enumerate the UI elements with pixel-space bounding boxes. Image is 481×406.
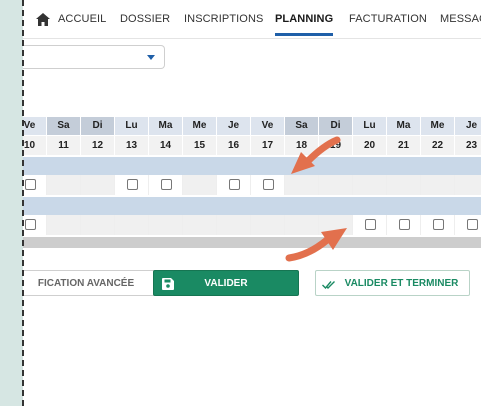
- day-header-cell: Je: [217, 117, 251, 135]
- day-header-cell: Di: [319, 117, 353, 135]
- day-slot: [47, 215, 81, 235]
- day-checkbox[interactable]: [467, 219, 478, 230]
- validate-label: VALIDER: [204, 278, 248, 289]
- pointer-arrow-icon: [291, 136, 341, 174]
- day-header-cell: Ma: [387, 117, 421, 135]
- day-slot: [353, 175, 387, 195]
- day-slot: [251, 175, 285, 195]
- group-band: [23, 197, 481, 215]
- day-slot: [183, 215, 217, 235]
- app-panel: ACCUEIL DOSSIER INSCRIPTIONS PLANNING FA…: [23, 0, 481, 406]
- date-number-cell: 22: [421, 136, 454, 155]
- day-slot: [319, 175, 353, 195]
- day-slot: [455, 215, 481, 235]
- caret-down-icon: [147, 55, 155, 60]
- day-slot: [183, 175, 217, 195]
- nav-messages[interactable]: MESSAG: [440, 13, 481, 25]
- day-slot: [47, 175, 81, 195]
- day-checkbox[interactable]: [127, 179, 138, 190]
- day-slot: [387, 215, 421, 235]
- day-slot: [353, 215, 387, 235]
- day-checkbox[interactable]: [399, 219, 410, 230]
- date-number-cell: 14: [149, 136, 182, 155]
- day-checkbox[interactable]: [229, 179, 240, 190]
- day-header-cell: Je: [455, 117, 481, 135]
- date-number-cell: 23: [455, 136, 481, 155]
- day-checkbox[interactable]: [25, 179, 36, 190]
- day-checkbox[interactable]: [161, 179, 172, 190]
- day-slot: [149, 175, 183, 195]
- day-slot: [149, 215, 183, 235]
- group-band: [23, 157, 481, 175]
- nav-accueil[interactable]: ACCUEIL: [58, 13, 106, 25]
- day-checkbox[interactable]: [433, 219, 444, 230]
- date-number-cell: 10: [23, 136, 46, 155]
- period-select[interactable]: [23, 45, 165, 69]
- date-number-cell: 15: [183, 136, 216, 155]
- day-header-cell: Me: [421, 117, 455, 135]
- day-slot: [251, 215, 285, 235]
- day-header-cell: Sa: [285, 117, 319, 135]
- day-slot: [23, 175, 47, 195]
- save-icon: [162, 278, 174, 290]
- day-checkbox[interactable]: [263, 179, 274, 190]
- day-slot: [115, 175, 149, 195]
- day-slot: [23, 215, 47, 235]
- date-number-cell: 11: [47, 136, 80, 155]
- pointer-arrow-icon: [285, 228, 347, 262]
- day-slot: [285, 175, 319, 195]
- day-header-cell: Me: [183, 117, 217, 135]
- day-slot: [81, 215, 115, 235]
- nav-inscriptions[interactable]: INSCRIPTIONS: [184, 13, 263, 25]
- nav-dossier[interactable]: DOSSIER: [120, 13, 170, 25]
- day-slot: [217, 175, 251, 195]
- dashed-divider: [22, 0, 24, 406]
- day-header-cell: Lu: [353, 117, 387, 135]
- day-header-cell: Lu: [115, 117, 149, 135]
- day-header-cell: Di: [81, 117, 115, 135]
- day-checkbox[interactable]: [25, 219, 36, 230]
- date-number-cell: 12: [81, 136, 114, 155]
- nav-facturation[interactable]: FACTURATION: [349, 13, 427, 25]
- day-checkbox[interactable]: [365, 219, 376, 230]
- date-number-cell: 13: [115, 136, 148, 155]
- day-slot: [455, 175, 481, 195]
- date-number-cell: 20: [353, 136, 386, 155]
- day-slot: [421, 175, 455, 195]
- day-slot: [387, 175, 421, 195]
- day-slot: [81, 175, 115, 195]
- date-number-cell: 17: [251, 136, 284, 155]
- double-check-icon: [322, 281, 335, 289]
- date-number-cell: 21: [387, 136, 420, 155]
- horizontal-scrollbar[interactable]: [23, 237, 481, 248]
- day-header-cell: Ve: [251, 117, 285, 135]
- validate-button[interactable]: VALIDER: [153, 270, 299, 296]
- validate-and-finish-button[interactable]: VALIDER ET TERMINER: [315, 270, 470, 296]
- nav-planning[interactable]: PLANNING: [275, 13, 333, 25]
- date-number-cell: 16: [217, 136, 250, 155]
- day-header-cell: Ma: [149, 117, 183, 135]
- day-slot: [421, 215, 455, 235]
- day-slot: [217, 215, 251, 235]
- top-navigation: ACCUEIL DOSSIER INSCRIPTIONS PLANNING FA…: [23, 0, 481, 39]
- day-header-cell: Ve: [23, 117, 47, 135]
- day-header-cell: Sa: [47, 117, 81, 135]
- home-icon[interactable]: [36, 13, 50, 26]
- validate-and-finish-label: VALIDER ET TERMINER: [344, 278, 459, 289]
- advanced-modification-button[interactable]: FICATION AVANCÉE: [23, 270, 159, 296]
- advanced-modification-label: FICATION AVANCÉE: [37, 278, 135, 289]
- active-tab-indicator: [275, 33, 333, 36]
- day-slot: [115, 215, 149, 235]
